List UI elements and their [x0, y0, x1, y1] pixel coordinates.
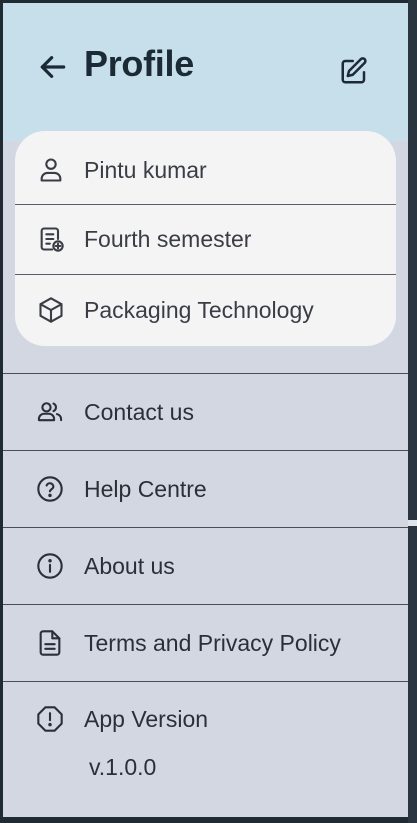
- menu-item-label: App Version: [84, 705, 209, 732]
- app-version-value: v.1.0.0: [89, 754, 157, 780]
- document-add-icon: [37, 225, 65, 253]
- document-icon: [35, 628, 65, 658]
- profile-item-label: Fourth semester: [84, 225, 252, 252]
- window-edge-marker: [408, 520, 417, 526]
- info-circle-icon: [35, 551, 65, 581]
- profile-screen: Profile Pintu kumar Fourth semester Pack…: [3, 3, 408, 817]
- profile-item-branch: Packaging Technology: [15, 275, 396, 345]
- alert-circle-icon: [35, 704, 65, 734]
- edit-profile-button[interactable]: [339, 56, 369, 86]
- back-button[interactable]: [37, 51, 69, 83]
- page-title: Profile: [84, 43, 194, 84]
- menu-item-label: Help Centre: [84, 475, 207, 502]
- menu-item-app-version[interactable]: App Version: [3, 681, 408, 757]
- people-icon: [35, 397, 65, 427]
- help-circle-icon: [35, 474, 65, 504]
- arrow-left-icon: [37, 51, 69, 83]
- menu-item-label: About us: [84, 552, 175, 579]
- menu-item-contact-us[interactable]: Contact us: [3, 374, 408, 450]
- person-icon: [37, 156, 65, 184]
- profile-info-card: Pintu kumar Fourth semester Packaging Te…: [15, 131, 396, 346]
- profile-item-label: Packaging Technology: [84, 296, 314, 323]
- cube-icon: [37, 296, 65, 324]
- profile-item-semester: Fourth semester: [15, 204, 396, 274]
- profile-item-name: Pintu kumar: [15, 135, 396, 205]
- menu-item-label: Terms and Privacy Policy: [84, 629, 341, 656]
- menu-item-help-centre[interactable]: Help Centre: [3, 451, 408, 527]
- menu-item-terms-privacy[interactable]: Terms and Privacy Policy: [3, 605, 408, 681]
- window-edge: [408, 0, 417, 823]
- profile-header: Profile: [3, 3, 408, 141]
- edit-icon: [339, 56, 369, 86]
- menu-item-label: Contact us: [84, 398, 194, 425]
- profile-item-label: Pintu kumar: [84, 156, 207, 183]
- menu-item-about-us[interactable]: About us: [3, 528, 408, 604]
